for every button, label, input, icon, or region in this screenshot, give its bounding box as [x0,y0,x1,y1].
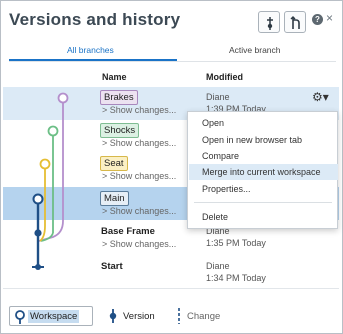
version-node-start [35,264,41,270]
close-icon[interactable]: × [326,11,333,25]
modified-author: Diane [206,261,230,271]
workspace-node-brakes [57,92,69,104]
menu-item-delete[interactable]: Delete [189,209,338,225]
footer-divider [3,288,339,289]
branch-icon [290,16,300,29]
menu-item-open-new-tab[interactable]: Open in new browser tab [189,132,338,148]
show-changes-link[interactable]: > Show changes... [102,206,176,216]
create-version-button[interactable] [258,11,280,33]
workspace-node-shocks [47,125,59,137]
legend-workspace-label: Workspace [28,310,80,323]
version-name-shocks[interactable]: Shocks [100,123,140,138]
workspace-icon [15,310,25,324]
tab-active-branch[interactable]: Active branch [229,45,281,55]
version-node-base-frame [34,229,42,237]
versions-history-panel: Versions and history ? × All branches Ac… [0,0,343,334]
menu-item-compare[interactable]: Compare [189,148,338,164]
menu-item-properties[interactable]: Properties... [189,181,338,197]
menu-item-open[interactable]: Open [189,115,338,131]
version-icon [109,309,117,323]
modified-time: 1:34 PM Today [206,273,266,283]
modified-time: 1:35 PM Today [206,238,266,248]
version-name-seat[interactable]: Seat [100,156,128,171]
version-name-brakes[interactable]: Brakes [100,90,138,105]
menu-item-merge[interactable]: Merge into current workspace [189,164,338,180]
show-changes-link[interactable]: > Show changes... [102,239,176,249]
create-version-icon [267,17,273,30]
legend-change-label: Change [187,311,221,322]
version-name-start[interactable]: Start [101,261,123,272]
branch-button[interactable] [284,11,306,33]
legend-version-label: Version [123,311,155,322]
branch-graph [32,92,69,270]
show-changes-link[interactable]: > Show changes... [102,138,176,148]
version-name-main[interactable]: Main [100,191,129,206]
context-menu: Open Open in new browser tab Compare Mer… [187,111,338,229]
show-changes-link[interactable]: > Show changes... [102,105,176,115]
workspace-node-main [32,193,44,205]
column-header-name[interactable]: Name [102,72,127,82]
change-icon [178,308,180,324]
modified-author: Diane [206,92,230,102]
gear-icon[interactable]: ⚙▾ [312,90,329,104]
legend-workspace: Workspace [9,306,93,326]
help-icon[interactable]: ? [312,14,323,25]
version-name-base-frame[interactable]: Base Frame [101,226,155,237]
menu-separator [194,202,332,203]
column-header-modified[interactable]: Modified [206,72,243,82]
show-changes-link[interactable]: > Show changes... [102,171,176,181]
workspace-node-seat [39,158,51,170]
